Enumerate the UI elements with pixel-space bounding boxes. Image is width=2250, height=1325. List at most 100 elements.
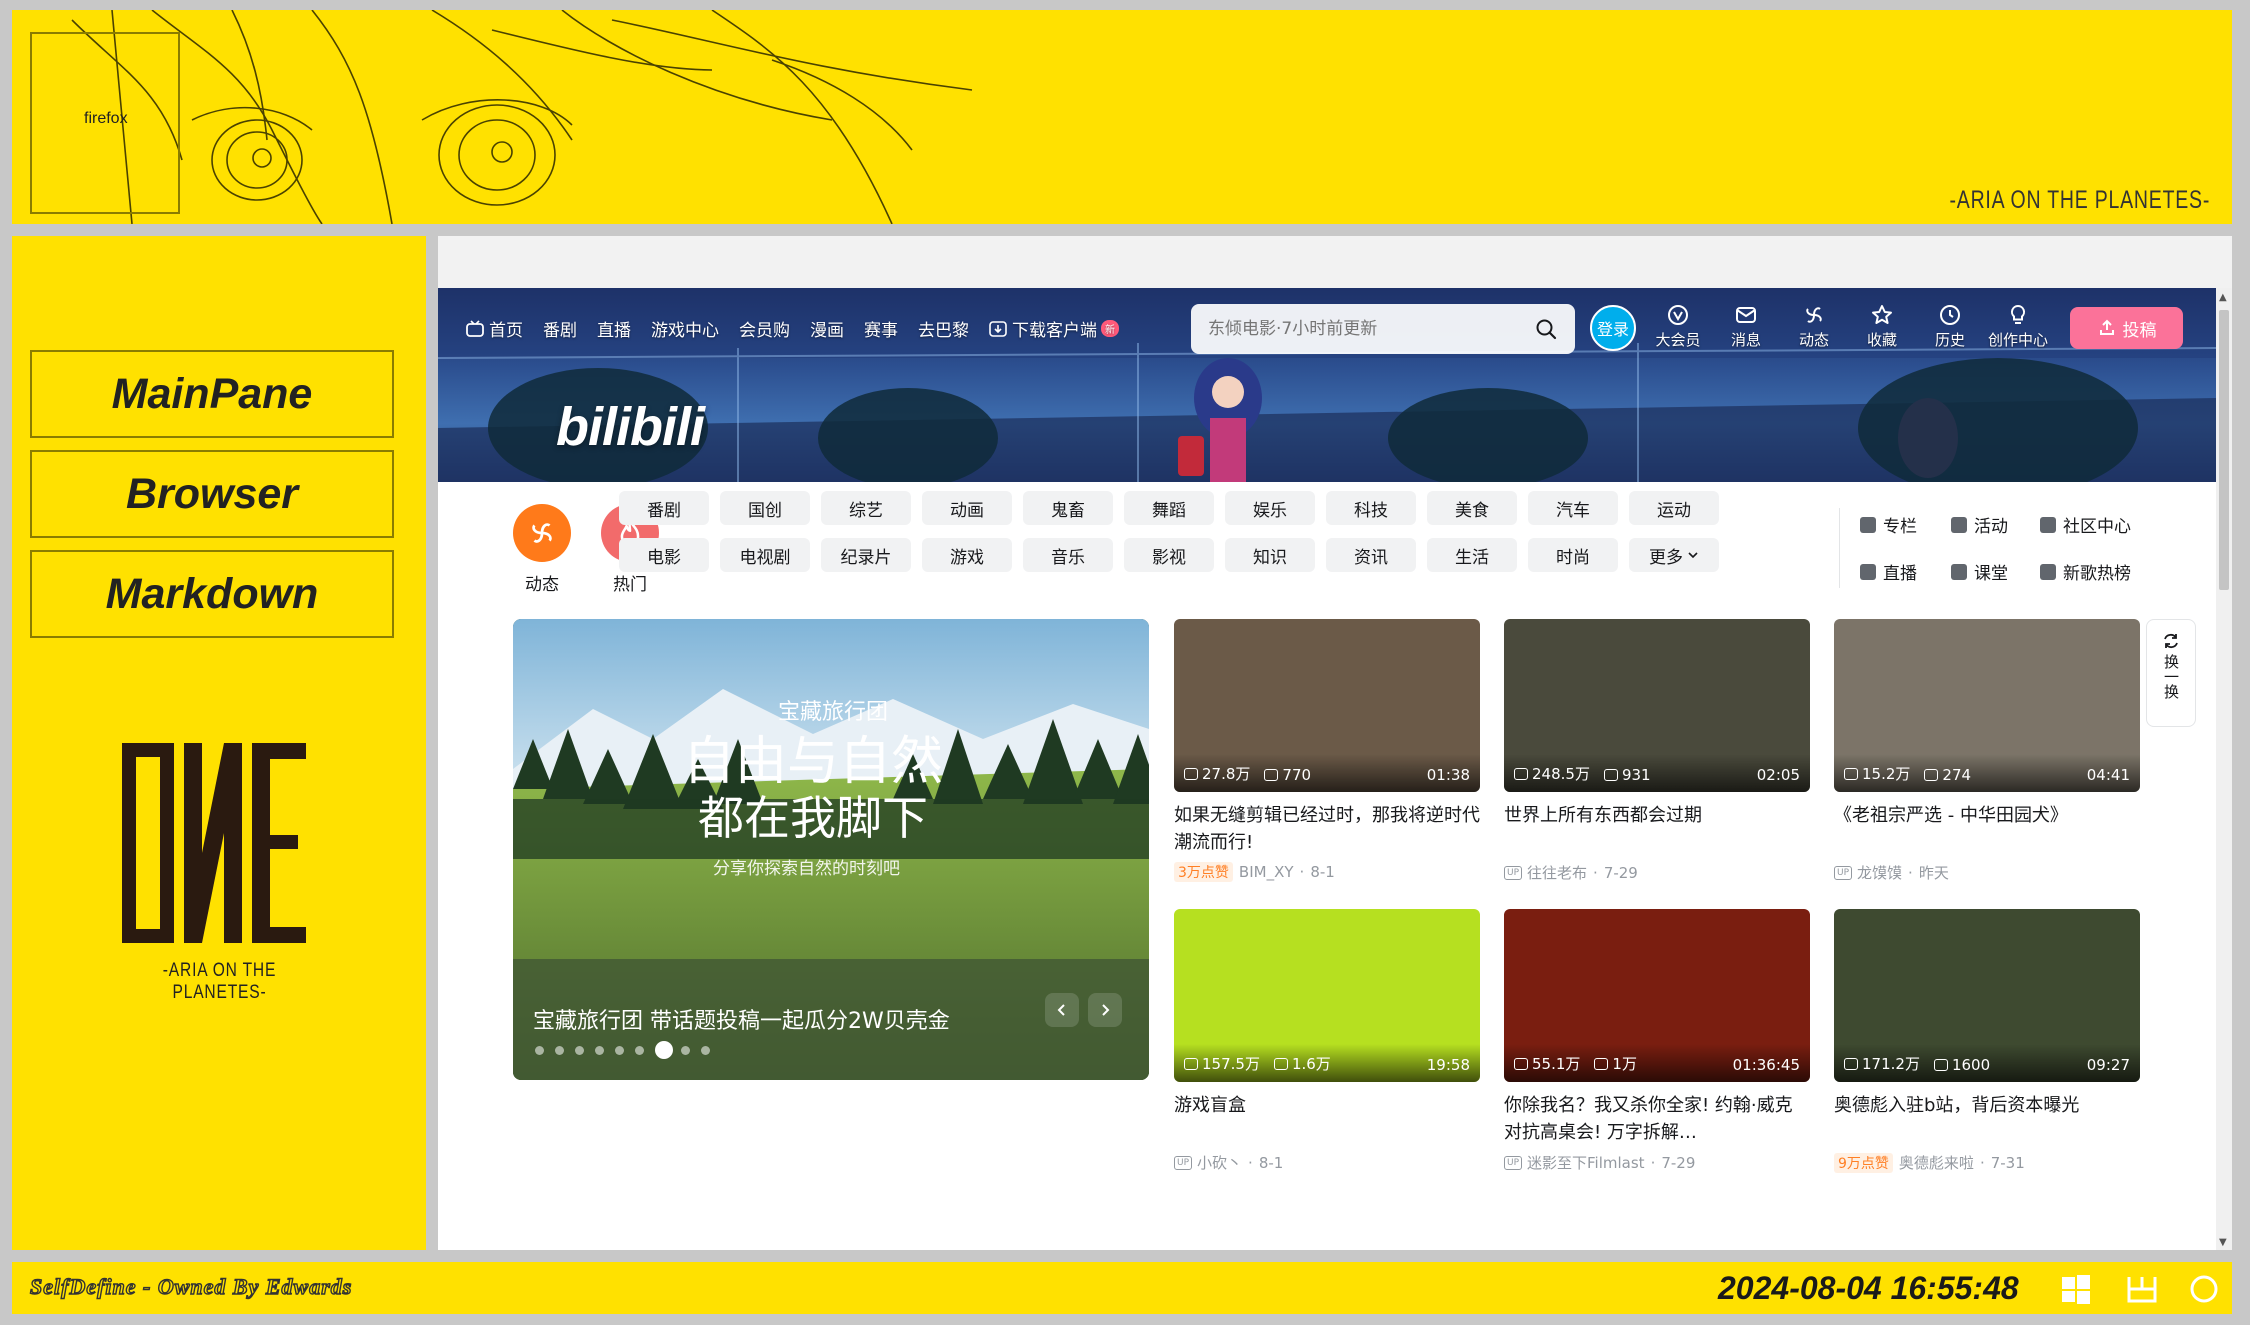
nav-game-center[interactable]: 游戏中心 [651,316,719,341]
side-link-community[interactable]: 社区中心 [2040,512,2131,537]
upload-button[interactable]: 投稿 [2070,307,2183,349]
nav-home[interactable]: 首页 [466,316,523,341]
video-card[interactable]: 55.1万 1万 01:36:45 你除我名？我又杀你全家! 约翰·威克对抗高桌会! … [1504,909,1810,1173]
windows-icon[interactable] [2060,1273,2092,1305]
side-link-classroom[interactable]: 课堂 [1951,559,2008,584]
scroll-up-arrow[interactable]: ▲ [2219,292,2227,303]
channel-tag[interactable]: 生活 [1427,538,1517,572]
channel-tag[interactable]: 鬼畜 [1023,491,1113,525]
video-author[interactable]: 迷影至下Filmlast [1527,1152,1645,1173]
channel-tag[interactable]: 电影 [619,538,709,572]
video-author[interactable]: 往往老布 [1527,862,1587,883]
entry-dynamic[interactable]: 动态 [1782,303,1846,350]
markdown-button[interactable]: Markdown [30,550,394,638]
nav-live[interactable]: 直播 [597,316,631,341]
video-card[interactable]: 157.5万 1.6万 19:58 游戏盲盒 UP 小砍丶 · 8-1 [1174,909,1480,1173]
entry-history[interactable]: 历史 [1918,303,1982,350]
channel-tag[interactable]: 电视剧 [720,538,810,572]
search-button[interactable] [1523,309,1569,349]
channel-tag[interactable]: 综艺 [821,491,911,525]
bilibili-logo[interactable]: bilibili [556,396,705,458]
nav-esports[interactable]: 赛事 [864,316,898,341]
video-title[interactable]: 世界上所有东西都会过期 [1504,802,1810,856]
video-thumbnail[interactable]: 27.8万 770 01:38 [1174,619,1480,792]
channel-tag-label: 舞蹈 [1152,500,1186,521]
video-title[interactable]: 奥德彪入驻b站，背后资本曝光 [1834,1092,2140,1146]
scrollbar-thumb[interactable] [2219,310,2229,590]
channel-tag[interactable]: 时尚 [1528,538,1618,572]
firefox-window-label[interactable]: firefox [84,110,128,128]
channel-tag[interactable]: 动画 [922,491,1012,525]
video-title[interactable]: 《老祖宗严选 - 中华田园犬》 [1834,802,2140,856]
carousel-dot[interactable] [635,1046,644,1055]
carousel-dot[interactable] [555,1046,564,1055]
carousel-next-button[interactable] [1088,993,1122,1027]
page-scrollbar[interactable]: ▲ ▼ [2216,288,2232,1250]
video-thumbnail[interactable]: 157.5万 1.6万 19:58 [1174,909,1480,1082]
carousel-prev-button[interactable] [1045,993,1079,1027]
vip-icon [1668,305,1688,325]
side-link-activity[interactable]: 活动 [1951,512,2008,537]
channel-dynamic-button[interactable] [513,504,571,562]
channel-tag[interactable]: 更多 [1629,538,1719,572]
video-card[interactable]: 27.8万 770 01:38 如果无缝剪辑已经过时，那我将逆时代潮流而行! 3万点赞 B… [1174,619,1480,882]
nav-manga[interactable]: 漫画 [810,316,844,341]
carousel-dot[interactable] [701,1046,710,1055]
carousel-dot[interactable] [681,1046,690,1055]
video-card[interactable]: 15.2万 274 04:41 《老祖宗严选 - 中华田园犬》 UP 龙馍馍 · 昨天 [1834,619,2140,883]
channel-tag[interactable]: 资讯 [1326,538,1416,572]
channel-tag[interactable]: 国创 [720,491,810,525]
side-link-column[interactable]: 专栏 [1860,512,1917,537]
video-author[interactable]: BIM_XY [1239,863,1294,881]
nav-shop[interactable]: 会员购 [739,316,790,341]
channel-tag[interactable]: 娱乐 [1225,491,1315,525]
video-title[interactable]: 如果无缝剪辑已经过时，那我将逆时代潮流而行! [1174,802,1480,856]
video-author[interactable]: 小砍丶 [1197,1152,1242,1173]
side-link-live[interactable]: 直播 [1860,559,1917,584]
entry-vip[interactable]: 大会员 [1646,303,1710,350]
nav-download[interactable]: 下载客户端 新 [989,316,1119,341]
login-button[interactable]: 登录 [1590,305,1636,351]
video-author[interactable]: 奥德彪来啦 [1899,1152,1974,1173]
video-card[interactable]: 248.5万 931 02:05 世界上所有东西都会过期 UP 往往老布 · 7-29 [1504,619,1810,883]
carousel-title[interactable]: 宝藏旅行团 带话题投稿一起瓜分2W贝壳金 [533,1003,950,1035]
carousel-dot[interactable] [615,1046,624,1055]
channel-tag[interactable]: 舞蹈 [1124,491,1214,525]
video-thumbnail[interactable]: 171.2万 1600 09:27 [1834,909,2140,1082]
channel-tag[interactable]: 汽车 [1528,491,1618,525]
mainpane-button[interactable]: MainPane [30,350,394,438]
search-input[interactable] [1191,319,1523,339]
channel-tag[interactable]: 游戏 [922,538,1012,572]
channel-tag[interactable]: 影视 [1124,538,1214,572]
browser-button[interactable]: Browser [30,450,394,538]
circle-icon[interactable] [2188,1273,2220,1305]
channel-tag[interactable]: 知识 [1225,538,1315,572]
channel-tag[interactable]: 科技 [1326,491,1416,525]
entry-messages[interactable]: 消息 [1714,303,1778,350]
channel-tag[interactable]: 纪录片 [821,538,911,572]
channel-tag[interactable]: 番剧 [619,491,709,525]
refresh-button[interactable]: 换一换 [2146,619,2196,727]
carousel-dot[interactable] [595,1046,604,1055]
scroll-down-arrow[interactable]: ▼ [2219,1237,2227,1248]
carousel-dot-active[interactable] [655,1041,673,1059]
carousel-dot[interactable] [575,1046,584,1055]
channel-tag[interactable]: 音乐 [1023,538,1113,572]
channel-tag[interactable]: 运动 [1629,491,1719,525]
video-title[interactable]: 游戏盲盒 [1174,1092,1480,1146]
layout-icon[interactable] [2126,1273,2158,1305]
banner-carousel[interactable]: 宝藏旅行团 自由与自然 都在我脚下 分享你探索自然的时刻吧 宝藏旅行团 带话题投… [513,619,1149,1080]
video-thumbnail[interactable]: 15.2万 274 04:41 [1834,619,2140,792]
video-thumbnail[interactable]: 55.1万 1万 01:36:45 [1504,909,1810,1082]
video-title[interactable]: 你除我名？我又杀你全家! 约翰·威克对抗高桌会! 万字拆解… [1504,1092,1810,1146]
video-author[interactable]: 龙馍馍 [1857,862,1902,883]
nav-bangumi[interactable]: 番剧 [543,316,577,341]
nav-paris[interactable]: 去巴黎 [918,316,969,341]
side-link-new-songs[interactable]: 新歌热榜 [2040,559,2131,584]
video-thumbnail[interactable]: 248.5万 931 02:05 [1504,619,1810,792]
entry-favorites[interactable]: 收藏 [1850,303,1914,350]
carousel-dot[interactable] [535,1046,544,1055]
entry-creator-center[interactable]: 创作中心 [1986,303,2050,350]
video-card[interactable]: 171.2万 1600 09:27 奥德彪入驻b站，背后资本曝光 9万点赞 奥德彪来啦 · 7… [1834,909,2140,1173]
channel-tag[interactable]: 美食 [1427,491,1517,525]
